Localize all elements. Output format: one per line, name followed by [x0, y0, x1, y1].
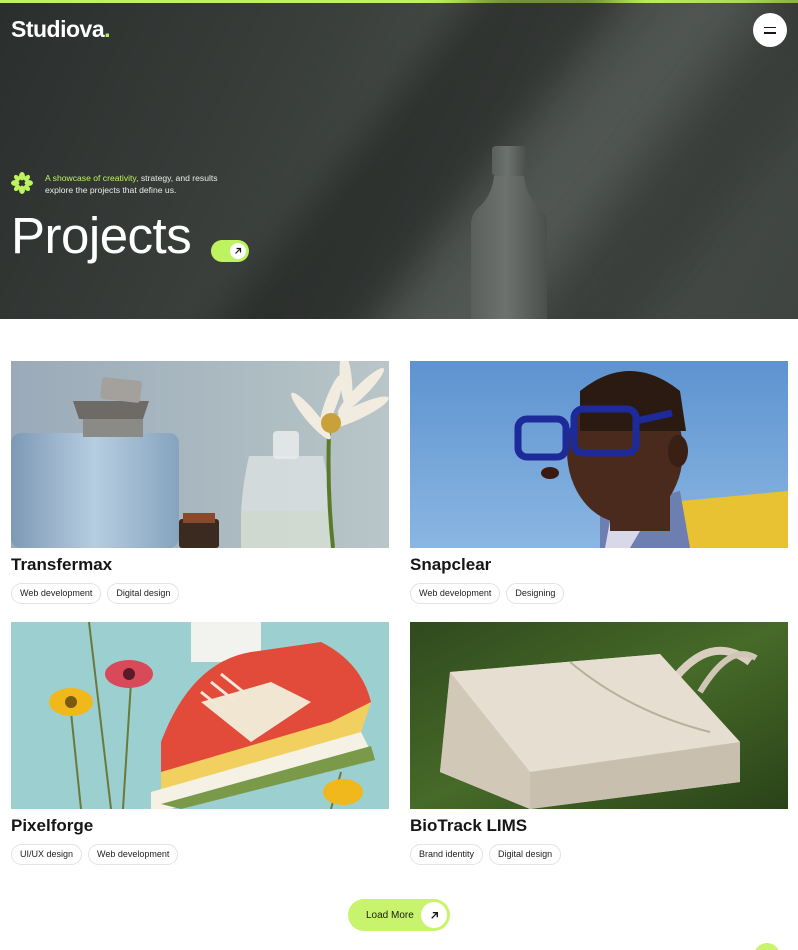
project-card[interactable]: Pixelforge UI/UX design Web development	[11, 622, 389, 865]
load-more-label: Load More	[366, 909, 414, 921]
project-title[interactable]: Snapclear	[410, 555, 788, 575]
project-card[interactable]: Snapclear Web development Designing	[410, 361, 788, 604]
tag[interactable]: Digital design	[489, 844, 562, 865]
tag[interactable]: Web development	[11, 583, 102, 604]
project-tags: UI/UX design Web development	[11, 844, 389, 865]
project-card[interactable]: BioTrack LIMS Brand identity Digital des…	[410, 622, 788, 865]
project-title[interactable]: Pixelforge	[11, 816, 389, 836]
tag[interactable]: UI/UX design	[11, 844, 83, 865]
asterisk-icon	[11, 172, 33, 194]
scroll-top-button[interactable]	[754, 943, 780, 950]
tote-bag-image	[410, 622, 788, 809]
tag[interactable]: Brand identity	[410, 844, 484, 865]
load-more-button[interactable]: Load More	[348, 899, 450, 931]
bottle-image	[471, 146, 547, 319]
project-image[interactable]	[410, 361, 788, 548]
tag[interactable]: Designing	[506, 583, 565, 604]
hero-section: Studiova. A showcase of creativity, stra…	[0, 0, 798, 319]
menu-button[interactable]	[753, 13, 787, 47]
project-image[interactable]	[11, 622, 389, 809]
tag[interactable]: Web development	[410, 583, 501, 604]
tag[interactable]: Web development	[88, 844, 179, 865]
project-tags: Web development Designing	[410, 583, 788, 604]
project-title[interactable]: Transfermax	[11, 555, 389, 575]
project-image[interactable]	[11, 361, 389, 548]
hamburger-icon	[764, 26, 776, 28]
project-card[interactable]: Transfermax Web development Digital desi…	[11, 361, 389, 604]
project-tags: Brand identity Digital design	[410, 844, 788, 865]
page-title: Projects	[11, 207, 192, 264]
perfume-image	[11, 361, 389, 548]
arrow-up-right-icon	[430, 911, 438, 919]
brand-logo[interactable]: Studiova.	[11, 16, 111, 43]
hero-arrow-button[interactable]	[211, 240, 249, 262]
sneaker-image	[11, 622, 389, 809]
tag[interactable]: Digital design	[107, 583, 180, 604]
portrait-image	[410, 361, 788, 548]
project-title[interactable]: BioTrack LIMS	[410, 816, 788, 836]
hero-tagline: A showcase of creativity, strategy, and …	[45, 173, 218, 195]
arrow-up-right-icon	[235, 247, 242, 254]
project-tags: Web development Digital design	[11, 583, 389, 604]
project-image[interactable]	[410, 622, 788, 809]
